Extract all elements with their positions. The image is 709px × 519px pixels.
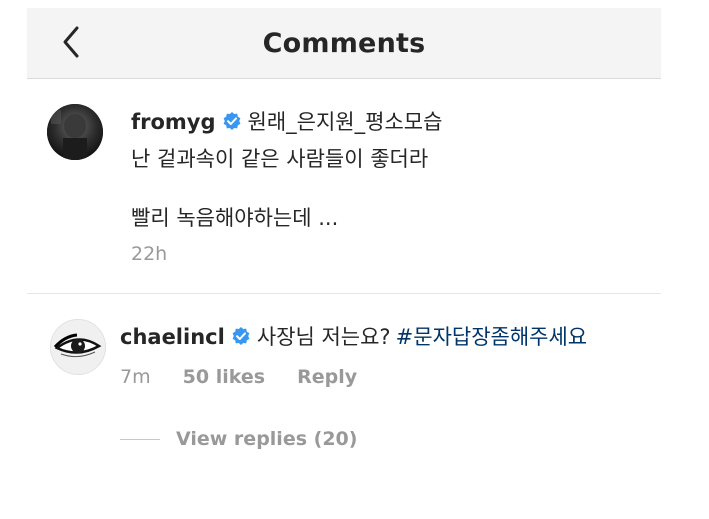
avatar[interactable] [47, 104, 103, 160]
avatar[interactable] [50, 319, 106, 375]
comment-timestamp: 22h [131, 243, 168, 265]
comments-header: Comments [27, 8, 661, 79]
likes-count[interactable]: 50 likes [183, 366, 265, 388]
comment-username[interactable]: chaelincl [120, 325, 225, 349]
view-replies-label: View replies (20) [176, 428, 358, 450]
page-title: Comments [262, 28, 426, 59]
comment-text: 사장님 저는요? [256, 325, 391, 349]
verified-badge-icon [232, 327, 250, 345]
comment-text: 원래_은지원_평소모습 [247, 110, 443, 134]
comment-text-line-2: 난 겉과속이 같은 사람들이 좋더라 [131, 147, 429, 171]
comment-username[interactable]: fromyg [131, 110, 216, 134]
view-replies-line [120, 439, 160, 440]
divider [27, 293, 661, 294]
comment-first-line: fromyg 원래_은지원_평소모습 [131, 106, 442, 136]
avatar-image [51, 320, 105, 374]
comment-text-line-3: 빨리 녹음해야하는데 ... [131, 206, 339, 230]
comment-meta: 7m 50 likes Reply [120, 366, 383, 388]
view-replies-button[interactable]: View replies (20) [120, 428, 357, 450]
reply-button[interactable]: Reply [297, 366, 357, 388]
hashtag-link[interactable]: #문자답장좀해주세요 [396, 325, 587, 349]
comment-timestamp: 7m [120, 366, 151, 388]
avatar-image [47, 104, 103, 160]
verified-badge-icon [223, 112, 240, 130]
comment-meta: 22h [131, 243, 193, 265]
comment-first-line: chaelincl 사장님 저는요? #문자답장좀해주세요 [120, 321, 587, 351]
